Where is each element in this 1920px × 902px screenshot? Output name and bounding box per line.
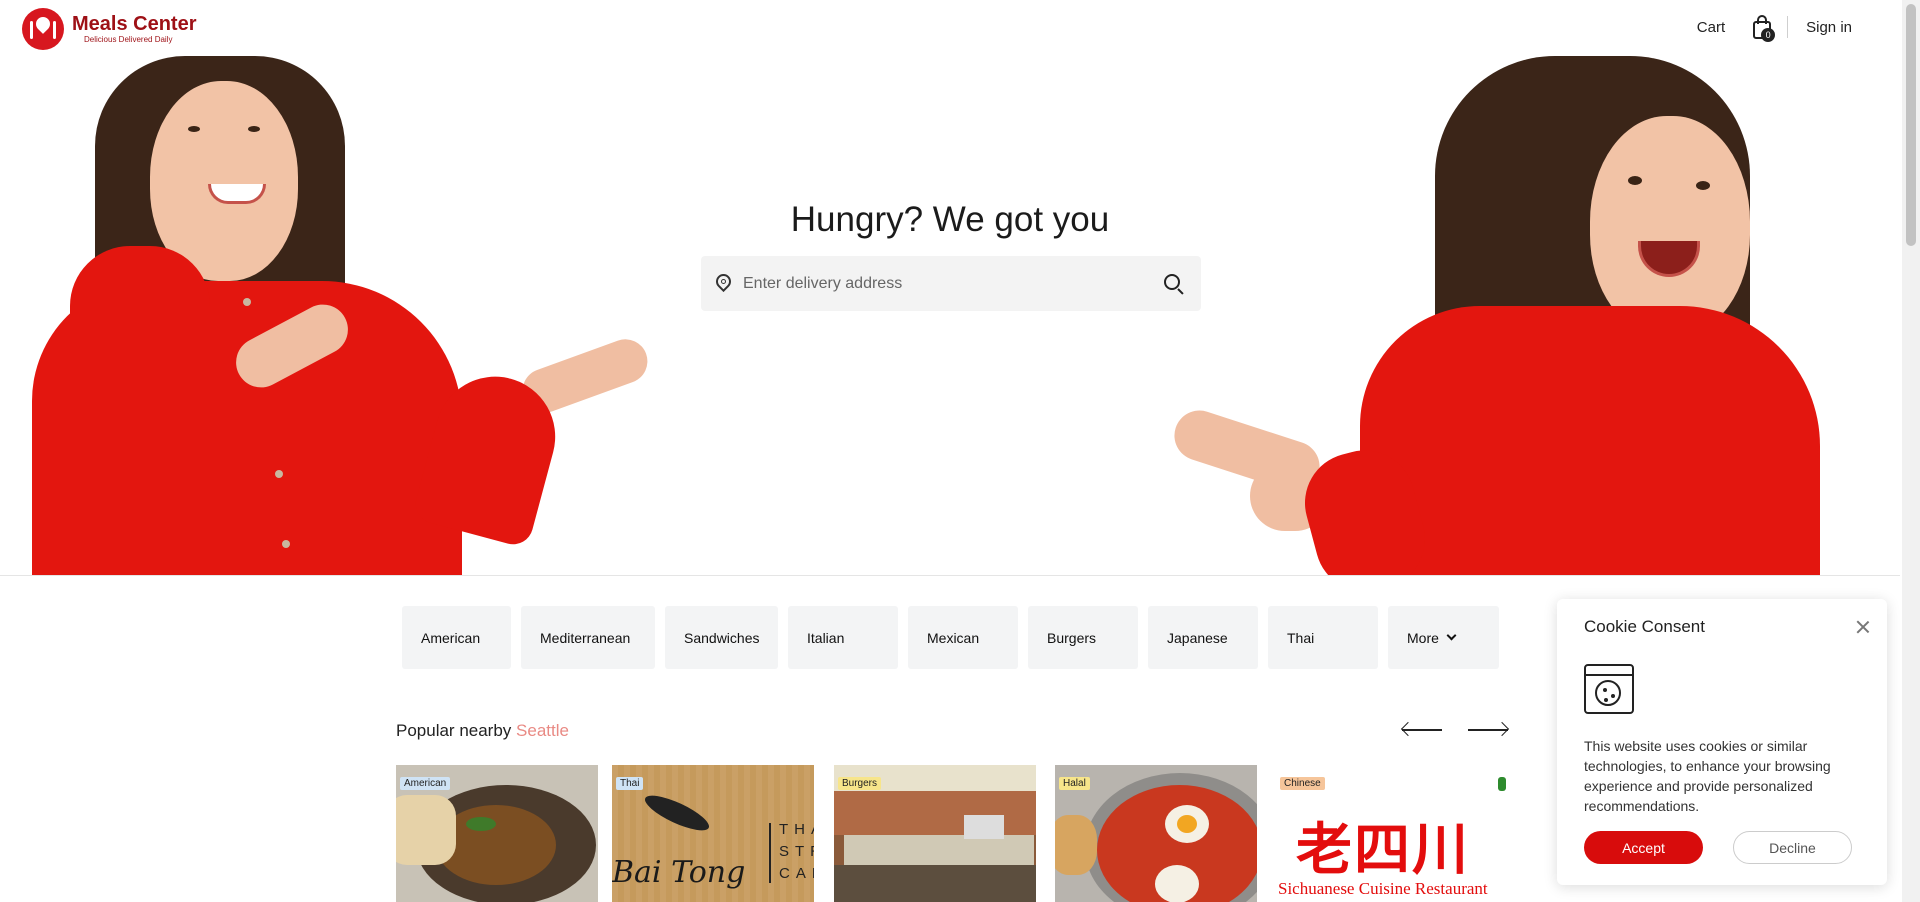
restaurant-card[interactable]: American <box>396 765 598 902</box>
category-american[interactable]: American <box>402 606 511 669</box>
card-cuisine-tag: Halal <box>1059 777 1090 790</box>
popular-city[interactable]: Seattle <box>516 721 569 740</box>
restaurant-card[interactable]: Halal <box>1055 765 1257 902</box>
header-nav: Cart 0 Sign in <box>1697 14 1852 42</box>
close-icon[interactable] <box>1855 619 1871 635</box>
card-cuisine-tag: American <box>400 777 451 790</box>
top-header: Meals Center Delicious Delivered Daily C… <box>0 0 1900 56</box>
restaurant-card[interactable]: 老四川 Sichuanese Cuisine Restaurant Chines… <box>1276 765 1506 902</box>
page: Meals Center Delicious Delivered Daily C… <box>0 0 1920 902</box>
category-japanese[interactable]: Japanese <box>1148 606 1258 669</box>
sichuan-logo-subtitle: Sichuanese Cuisine Restaurant <box>1278 879 1488 898</box>
category-italian[interactable]: Italian <box>788 606 898 669</box>
category-thai[interactable]: Thai <box>1268 606 1378 669</box>
search-icon[interactable] <box>1163 273 1185 295</box>
category-bar: American Mediterranean Sandwiches Italia… <box>402 606 1499 669</box>
brand-tagline: Delicious Delivered Daily <box>84 35 173 44</box>
thai-card-logo-name: Bai Tong <box>612 855 746 890</box>
chevron-down-icon <box>1446 630 1457 641</box>
scrollbar-thumb[interactable] <box>1906 4 1916 246</box>
card-cuisine-tag: Burgers <box>838 777 882 790</box>
category-mexican[interactable]: Mexican <box>908 606 1018 669</box>
delivery-address-input[interactable] <box>733 274 1163 293</box>
cookie-browser-icon <box>1584 664 1634 714</box>
nav-divider <box>1787 16 1789 38</box>
thai-card-text-2: STREET <box>779 843 814 860</box>
hero-person-left-image <box>0 56 660 575</box>
cookie-decline-button[interactable]: Decline <box>1733 831 1852 864</box>
carousel-prev-arrow-icon[interactable] <box>1400 720 1442 740</box>
restaurant-carousel: American Bai Tong THAI STREET CAFE Thai … <box>396 765 1506 902</box>
restaurant-card[interactable]: Burgers <box>834 765 1036 902</box>
logo-icon <box>22 8 64 50</box>
cookie-message: This website uses cookies or similar tec… <box>1584 738 1831 814</box>
category-more-dropdown[interactable]: More <box>1388 606 1499 669</box>
sichuan-logo-chinese: 老四川 <box>1296 817 1470 883</box>
address-search-bar <box>701 256 1201 311</box>
location-pin-icon <box>712 270 735 295</box>
card-cuisine-tag: Chinese <box>1280 777 1325 790</box>
category-burgers[interactable]: Burgers <box>1028 606 1138 669</box>
cart-bag-icon[interactable]: 0 <box>1751 14 1776 42</box>
carousel-next-arrow-icon[interactable] <box>1468 720 1510 740</box>
category-mediterranean[interactable]: Mediterranean <box>521 606 655 669</box>
popular-nearby-heading: Popular nearby Seattle <box>396 721 569 741</box>
category-more-label: More <box>1407 629 1439 646</box>
cart-count-badge: 0 <box>1761 28 1776 42</box>
cookie-consent-dialog: Cookie Consent This website uses cookies… <box>1557 599 1887 885</box>
hero-banner: Hungry? We got you <box>0 56 1900 576</box>
sign-in-link[interactable]: Sign in <box>1806 19 1852 36</box>
page-scrollbar[interactable] <box>1902 0 1920 902</box>
category-sandwiches[interactable]: Sandwiches <box>665 606 778 669</box>
thai-card-text-3: CAFE <box>779 865 814 882</box>
hero-person-right-image <box>1160 56 1880 575</box>
cart-link[interactable]: Cart <box>1697 19 1725 36</box>
popular-label: Popular nearby <box>396 721 512 740</box>
cookie-accept-button[interactable]: Accept <box>1584 831 1703 864</box>
cookie-title: Cookie Consent <box>1584 617 1705 636</box>
hero-title: Hungry? We got you <box>790 200 1110 239</box>
brand-name: Meals Center <box>72 13 197 35</box>
card-cuisine-tag: Thai <box>616 777 644 790</box>
brand-logo[interactable]: Meals Center Delicious Delivered Daily <box>22 8 197 50</box>
restaurant-card[interactable]: Bai Tong THAI STREET CAFE Thai <box>612 765 814 902</box>
thai-card-text-1: THAI <box>779 821 814 838</box>
